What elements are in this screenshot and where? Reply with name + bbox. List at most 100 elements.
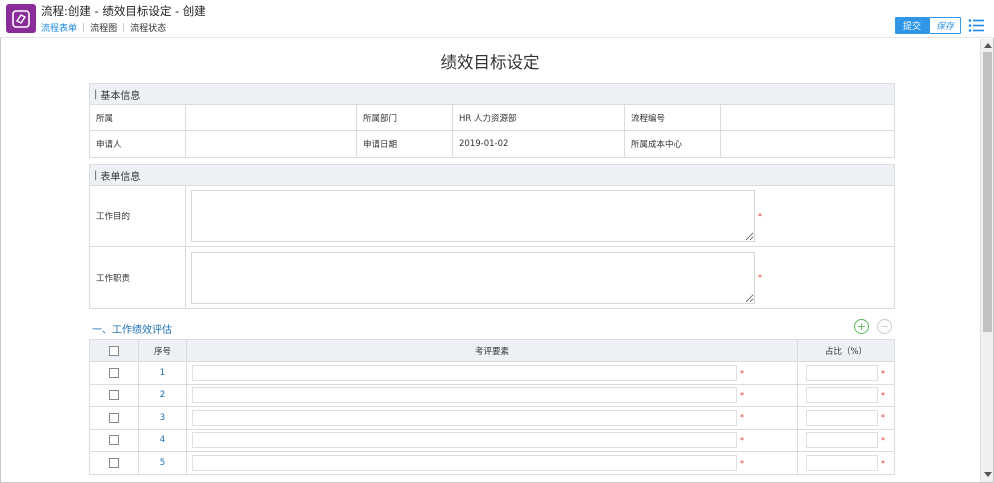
field-label: 申请日期 [357,131,453,157]
row-checkbox[interactable] [109,390,119,401]
row-select-cell [90,362,139,384]
column-header-seq: 序号 [139,340,187,362]
save-button[interactable]: 保存 [929,17,961,34]
ratio-cell: * [798,430,894,451]
factor-input[interactable] [192,409,737,426]
add-row-icon[interactable]: + [854,319,869,334]
section-title: 表单信息 [100,171,141,183]
section-bar: | [94,88,98,100]
field-label: 工作职责 [90,247,186,308]
field-value [721,131,894,157]
work-purpose-textarea[interactable] [191,190,755,242]
textarea-row: 工作职责 * [90,247,894,308]
field-value [721,105,894,130]
window-title: 流程:创建 - 绩效目标设定 - 创建 [41,4,206,18]
tab-separator: | [82,22,86,33]
row-checkbox[interactable] [109,412,119,423]
evaluation-table: 序号 考评要素 占比（%） 1 * * 2 * * 3 * * 4 * * 5 * * [89,339,895,476]
ratio-input[interactable] [806,387,878,404]
info-row: 申请人 申请日期 2019-01-02 所属成本中心 [90,131,894,157]
ratio-input[interactable] [806,365,878,382]
scroll-up-arrow-icon[interactable] [984,43,992,48]
required-mark: * [881,435,885,445]
required-mark: * [881,390,885,400]
required-mark: * [881,458,885,468]
scroll-down-arrow-icon[interactable] [984,472,992,477]
ratio-cell: * [798,362,894,383]
field-value: 2019-01-02 [453,131,625,157]
field-value [186,131,357,157]
page-title: 绩效目标设定 [440,53,540,72]
table-row: 5 * * [90,451,894,475]
row-checkbox[interactable] [109,458,119,469]
field-label: 所属部门 [357,105,453,130]
field-value: * [186,247,894,308]
row-checkbox[interactable] [109,435,119,446]
evaluation-title: 一、工作绩效评估 [92,324,172,336]
info-row: 所属 所属部门 HR 人力资源部 流程编号 [90,105,894,131]
field-label: 流程编号 [625,105,721,130]
tab-process-form[interactable]: 流程表单 [41,21,77,34]
ratio-input[interactable] [806,455,878,472]
basic-info-section: | 基本信息 所属 所属部门 HR 人力资源部 流程编号 申请人 申请日期 20… [89,83,895,158]
field-label: 工作目的 [90,186,186,246]
remove-row-icon[interactable]: − [877,319,892,334]
factor-input[interactable] [192,365,737,382]
section-header: | 表单信息 [90,165,894,186]
ratio-input[interactable] [806,409,878,426]
row-seq: 1 [139,362,187,384]
factor-cell: * [187,384,798,407]
factor-input[interactable] [192,387,737,404]
textarea-row: 工作目的 * [90,186,894,247]
table-row: 1 * * [90,362,894,385]
required-mark: * [740,413,744,423]
ratio-input[interactable] [806,432,878,449]
row-select-cell [90,429,139,451]
table-row: 2 * * [90,384,894,408]
ratio-cell: * [798,407,894,428]
field-value: * [186,186,894,246]
work-duty-textarea[interactable] [191,251,755,304]
tab-process-diagram[interactable]: 流程图 [90,21,117,34]
section-title: 基本信息 [100,90,141,102]
submit-button[interactable]: 提交 [895,17,929,34]
field-label: 申请人 [90,131,186,157]
workflow-logo-icon [6,4,36,33]
tab-process-status[interactable]: 流程状态 [130,21,166,34]
row-select-cell [90,407,139,429]
table-header-row: 序号 考评要素 占比（%） [90,340,894,363]
process-tabs: 流程表单 | 流程图 | 流程状态 [41,21,166,35]
table-row: 4 * * [90,429,894,452]
factor-cell: * [187,362,798,384]
tab-separator: | [122,22,126,33]
scroll-thumb[interactable] [983,52,992,332]
field-value: HR 人力资源部 [453,105,625,130]
row-select-cell [90,384,139,407]
select-all-cell [90,340,139,362]
column-header-factor: 考评要素 [187,340,798,362]
field-value [186,105,357,130]
required-mark: * [881,368,885,378]
field-label: 所属成本中心 [625,131,721,157]
vertical-scrollbar[interactable] [980,39,993,482]
select-all-checkbox[interactable] [109,345,119,356]
row-seq: 2 [139,384,187,407]
ratio-cell: * [798,452,894,474]
required-mark: * [740,368,744,378]
required-mark: * [740,390,744,400]
factor-cell: * [187,451,798,475]
row-seq: 3 [139,407,187,429]
required-mark: * [881,413,885,423]
factor-cell: * [187,407,798,429]
row-seq: 5 [139,451,187,475]
app-header: 流程:创建 - 绩效目标设定 - 创建 流程表单 | 流程图 | 流程状态 提交… [0,0,994,38]
row-select-cell [90,451,139,475]
required-mark: * [758,211,762,221]
required-mark: * [740,458,744,468]
list-menu-icon[interactable] [968,18,985,33]
factor-input[interactable] [192,432,737,449]
row-checkbox[interactable] [109,368,119,379]
evaluation-rows: 1 * * 2 * * 3 * * 4 * * 5 * * [90,362,894,475]
factor-input[interactable] [192,455,737,472]
field-label: 所属 [90,105,186,130]
